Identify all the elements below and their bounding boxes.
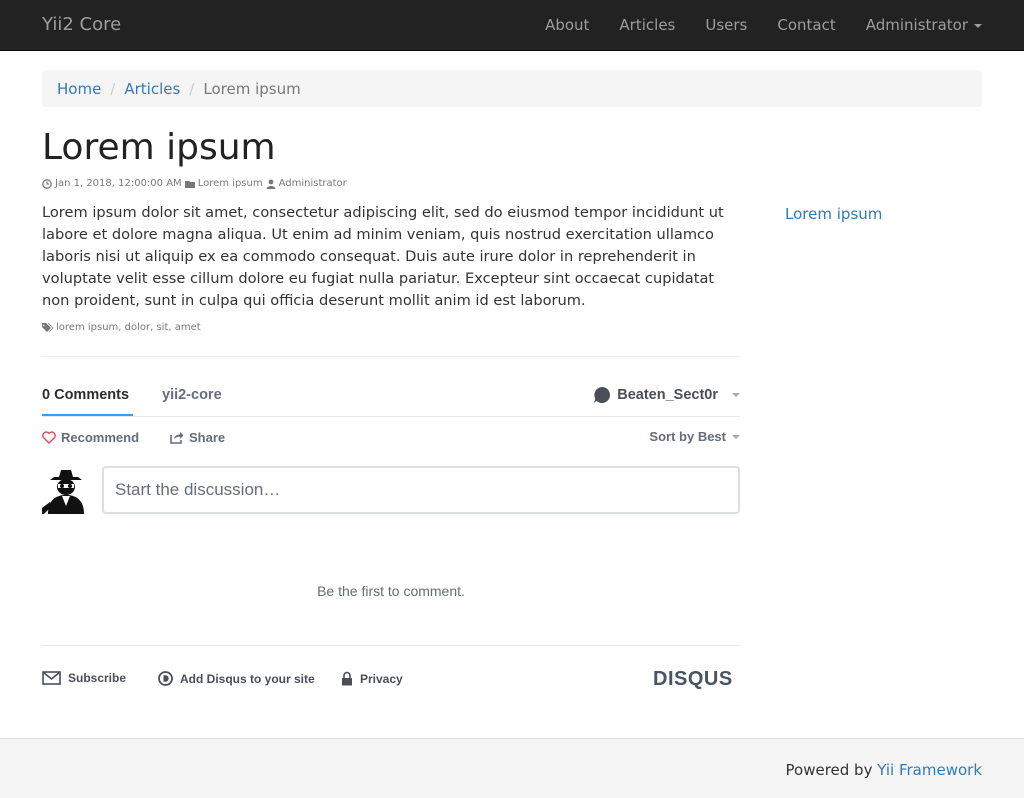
nav-item-about[interactable]: About	[530, 0, 604, 50]
disqus-d-icon	[158, 671, 173, 686]
page-title: Lorem ipsum	[42, 127, 276, 168]
user-icon	[266, 179, 276, 189]
breadcrumb-home[interactable]: Home	[57, 80, 101, 98]
heart-icon	[42, 431, 56, 444]
navbar: Yii2 Core About Articles Users Contact A…	[0, 0, 1024, 51]
disqus-user-menu[interactable]: Beaten_Sect0r	[593, 386, 740, 404]
breadcrumb-current: Lorem ipsum	[203, 79, 301, 98]
nav-admin-label: Administrator	[865, 16, 968, 34]
folder-icon	[184, 180, 195, 188]
brand-link[interactable]: Yii2 Core	[42, 14, 121, 35]
add-disqus-label: Add Disqus to your site	[180, 671, 315, 686]
chat-bubble-icon	[594, 387, 611, 403]
add-disqus-link[interactable]: Add Disqus to your site	[158, 671, 315, 686]
subscribe-link[interactable]: Subscribe	[42, 671, 126, 685]
privacy-label: Privacy	[360, 671, 403, 686]
disqus-username: Beaten_Sect0r	[617, 387, 718, 403]
envelope-icon	[42, 671, 61, 685]
nav-item-administrator-dropdown[interactable]: Administrator	[851, 0, 982, 50]
article-date: Jan 1, 2018, 12:00:00 AM	[55, 178, 182, 189]
article-tags: lorem ipsum, dolor, sit, amet	[42, 322, 201, 333]
nav-item-users[interactable]: Users	[690, 0, 762, 50]
recommend-label: Recommend	[61, 430, 140, 445]
comment-input[interactable]: Start the discussion…	[102, 466, 740, 514]
divider	[42, 356, 740, 357]
divider	[42, 645, 740, 646]
breadcrumb: Home / Articles / Lorem ipsum	[42, 70, 982, 107]
article-category-link[interactable]: Lorem ipsum	[198, 178, 263, 189]
tab-forum[interactable]: yii2-core	[162, 387, 222, 403]
tags-icon	[42, 322, 54, 332]
caret-down-icon	[732, 434, 740, 439]
lock-icon	[342, 671, 352, 686]
nav-item-articles[interactable]: Articles	[604, 0, 690, 50]
tags-list[interactable]: lorem ipsum, dolor, sit, amet	[56, 322, 201, 333]
article-author-link[interactable]: Administrator	[279, 178, 347, 189]
disqus-logo[interactable]: DISQUS	[653, 668, 733, 691]
nav-item-contact[interactable]: Contact	[762, 0, 850, 50]
breadcrumb-articles[interactable]: Articles	[124, 80, 180, 98]
divider	[42, 416, 740, 417]
caret-down-icon	[732, 393, 740, 397]
subscribe-label: Subscribe	[68, 671, 127, 685]
avatar	[42, 466, 90, 514]
tab-comments[interactable]: 0 Comments	[42, 387, 129, 403]
powered-by: Powered by Yii Framework	[786, 761, 982, 779]
comment-input-placeholder: Start the discussion…	[115, 480, 281, 499]
caret-down-icon	[974, 24, 982, 28]
sort-dropdown[interactable]: Sort by Best	[649, 429, 740, 444]
empty-comments-message: Be the first to comment.	[317, 583, 465, 599]
clock-icon	[42, 178, 52, 189]
nav-menu: About Articles Users Contact Administrat…	[530, 0, 982, 50]
footer: Powered by Yii Framework	[0, 738, 1024, 798]
sidebar-link[interactable]: Lorem ipsum	[785, 205, 882, 223]
sort-label: Sort by Best	[649, 429, 726, 444]
privacy-link[interactable]: Privacy	[341, 671, 403, 686]
article-meta: Jan 1, 2018, 12:00:00 AM Lorem ipsum Adm…	[42, 178, 347, 189]
yii-framework-link[interactable]: Yii Framework	[877, 761, 982, 779]
share-label: Share	[189, 430, 226, 445]
share-button[interactable]: Share	[170, 430, 225, 445]
share-icon	[170, 432, 184, 444]
powered-by-prefix: Powered by	[785, 761, 878, 779]
recommend-button[interactable]: Recommend	[42, 430, 139, 445]
breadcrumb-separator: /	[189, 79, 195, 98]
article-body: Lorem ipsum dolor sit amet, consectetur …	[42, 204, 724, 309]
breadcrumb-separator: /	[110, 79, 116, 98]
